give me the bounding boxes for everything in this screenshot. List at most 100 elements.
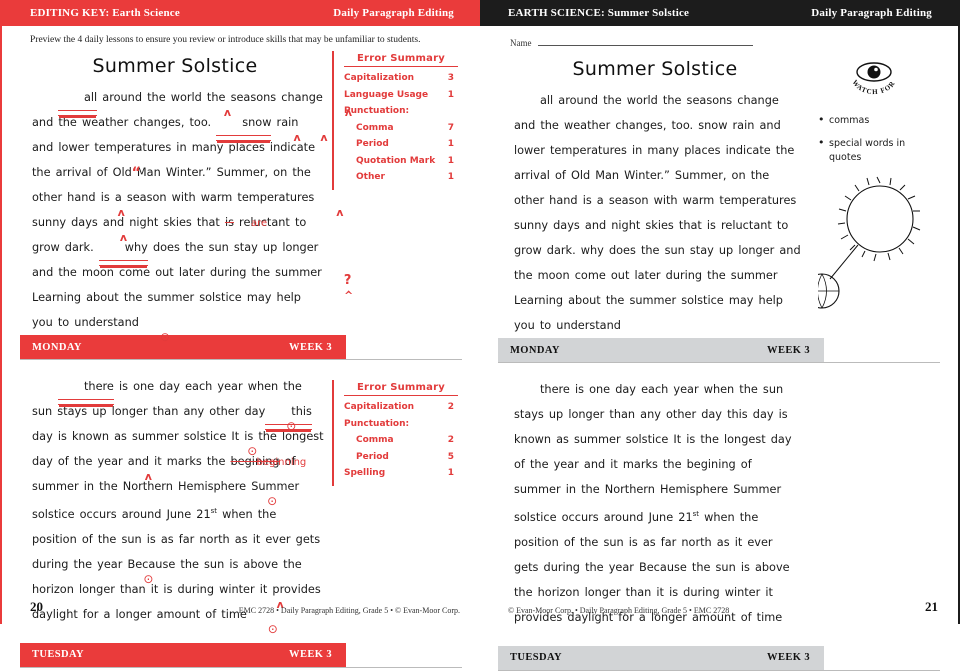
left-page-header: EDITING KEY: Earth Science Daily Paragra…: [2, 0, 480, 26]
passage-column-tuesday-student: there is one day each year when the sun …: [480, 377, 810, 630]
passage-title-monday-student: Summer Solstice: [572, 58, 738, 80]
error-row: Punctuation:: [344, 103, 458, 120]
page-number: 21: [925, 599, 938, 614]
right-page: EARTH SCIENCE: Summer Solstice Daily Par…: [480, 0, 960, 671]
error-category: Comma: [356, 435, 394, 445]
error-count: 5: [447, 451, 454, 462]
day-banner-monday-student: MONDAY WEEK 3: [498, 338, 824, 362]
error-count: 2: [447, 402, 454, 412]
passage-text-tuesday-student[interactable]: there is one day each year when the sun …: [500, 377, 810, 630]
error-row: Other 1: [344, 169, 458, 186]
error-summary-heading: Error Summary: [344, 53, 458, 67]
error-count: [454, 103, 458, 120]
watch-for-item: special words in quotes: [818, 136, 930, 165]
replacement-word: beginning: [256, 457, 307, 468]
lesson-tuesday-student: there is one day each year when the sun …: [480, 377, 958, 671]
error-category: Capitalization: [344, 73, 415, 83]
name-write-line[interactable]: [537, 45, 753, 46]
error-row: Capitalization 3: [344, 70, 458, 87]
error-category: Period: [356, 451, 389, 462]
footer-credit: EMC 2728 • Daily Paragraph Editing, Grad…: [238, 606, 460, 615]
error-count: 2: [447, 435, 454, 445]
error-count: 3: [447, 73, 454, 83]
error-summary-column-tuesday: Error Summary Capitalization 2 Punctuation…: [332, 374, 466, 627]
error-count: [454, 416, 458, 433]
eye-icon: WATCH FOR: [850, 62, 896, 96]
right-page-footer: © Evan-Moor Corp. • Daily Paragraph Edit…: [480, 599, 960, 615]
error-category: Comma: [356, 122, 394, 133]
preview-instruction: Preview the 4 daily lessons to ensure yo…: [30, 35, 421, 45]
capitalization-mark: there: [58, 374, 114, 405]
day-banner-tuesday-student: TUESDAY WEEK 3: [498, 645, 824, 670]
two-page-spread: EDITING KEY: Earth Science Daily Paragra…: [0, 0, 960, 671]
error-row: Quotation Mark 1: [344, 153, 458, 170]
error-row: Comma 2: [344, 432, 458, 449]
right-header-series: Daily Paragraph Editing: [811, 7, 932, 19]
error-row: Spelling 1: [344, 465, 458, 482]
right-header-title: EARTH SCIENCE: Summer Solstice: [508, 7, 690, 19]
passage-run: around the world: [97, 91, 202, 104]
error-row: Period 5: [344, 449, 458, 466]
left-header-title: EDITING KEY: Earth Science: [30, 7, 180, 19]
day-banner-monday: MONDAY WEEK 3: [20, 335, 346, 359]
error-row: Comma 7: [344, 120, 458, 137]
week-label: WEEK 3: [767, 344, 810, 356]
day-label: TUESDAY: [510, 652, 563, 664]
day-label: MONDAY: [510, 344, 560, 356]
left-header-series: Daily Paragraph Editing: [333, 7, 454, 19]
passage-run: the seasons change: [201, 91, 323, 104]
passage-run: and the weather changes, too.: [32, 116, 217, 129]
passage-column-monday: Summer Solstice all around the world the…: [2, 45, 353, 343]
error-category: Quotation Mark: [356, 155, 436, 166]
right-page-header: EARTH SCIENCE: Summer Solstice Daily Par…: [480, 0, 958, 26]
replacement-word: are: [250, 218, 268, 229]
error-summary-monday: Error Summary Capitalization 3 Language Us…: [332, 51, 466, 190]
watch-for-sidebar-empty: [810, 377, 936, 630]
error-row: Punctuation:: [344, 416, 458, 433]
name-label: Name: [510, 38, 532, 48]
error-count: 7: [447, 122, 454, 133]
error-category: Punctuation:: [344, 418, 410, 429]
day-label: MONDAY: [32, 341, 82, 353]
week-label: WEEK 3: [767, 652, 810, 664]
lesson-monday-key: Summer Solstice all around the world the…: [2, 45, 480, 360]
capitalization-mark: all: [58, 85, 98, 116]
error-row: Language Usage 1: [344, 87, 458, 104]
passage-text-monday: all around the world the seasons change …: [18, 85, 353, 343]
error-summary-heading: Error Summary: [344, 382, 458, 396]
name-field-row[interactable]: Name: [480, 26, 958, 48]
capitalization-mark: this: [265, 399, 312, 430]
error-summary-tuesday: Error Summary Capitalization 2 Punctuation…: [332, 380, 466, 486]
capitalization-mark: why: [98, 235, 148, 266]
footer-credit: © Evan-Moor Corp. • Daily Paragraph Edit…: [508, 606, 730, 615]
lesson-monday-student: Summer Solstice all around the world the…: [480, 48, 958, 363]
passage-title-monday: Summer Solstice: [92, 55, 258, 77]
watch-for-list: commas special words in quotes: [818, 113, 930, 165]
week-label: WEEK 3: [289, 649, 332, 661]
watch-for-sidebar: WATCH FOR commas special words in quotes: [804, 48, 936, 338]
left-page-footer: 20 EMC 2728 • Daily Paragraph Editing, G…: [2, 599, 482, 615]
passage-text-monday-student[interactable]: all around the world the seasons change …: [500, 88, 810, 338]
error-count: 1: [447, 468, 454, 478]
error-count: 1: [447, 155, 454, 166]
passage-run: there is one day each year when the sun …: [514, 383, 792, 524]
left-page: EDITING KEY: Earth Science Daily Paragra…: [0, 0, 482, 668]
passage-run: is a season with warm temperatures: [95, 191, 315, 204]
passage-column-monday-student: Summer Solstice all around the world the…: [480, 48, 810, 338]
passage-run: day is known as summer solstice: [32, 430, 227, 443]
week-label: WEEK 3: [289, 341, 332, 353]
error-category: Punctuation:: [344, 106, 410, 116]
error-rows-tuesday: Capitalization 2 Punctuation: Comma 2 Period 5…: [344, 399, 458, 482]
error-category: Capitalization: [344, 402, 415, 412]
capitalization-mark: snow: [216, 110, 272, 141]
passage-text-tuesday: there is one day each year when the sun …: [18, 374, 332, 635]
passage-run: sunny days: [32, 216, 98, 229]
page-number: 20: [30, 599, 43, 614]
watch-for-badge: WATCH FOR: [818, 58, 930, 98]
passage-run: Learning about the summer solstice may h…: [32, 291, 301, 329]
error-category: Spelling: [344, 468, 386, 478]
banner-rule: [20, 666, 462, 668]
error-category: Language Usage: [344, 89, 429, 100]
passage-run: and it marks the: [122, 455, 231, 468]
sun-icon: [804, 176, 921, 309]
